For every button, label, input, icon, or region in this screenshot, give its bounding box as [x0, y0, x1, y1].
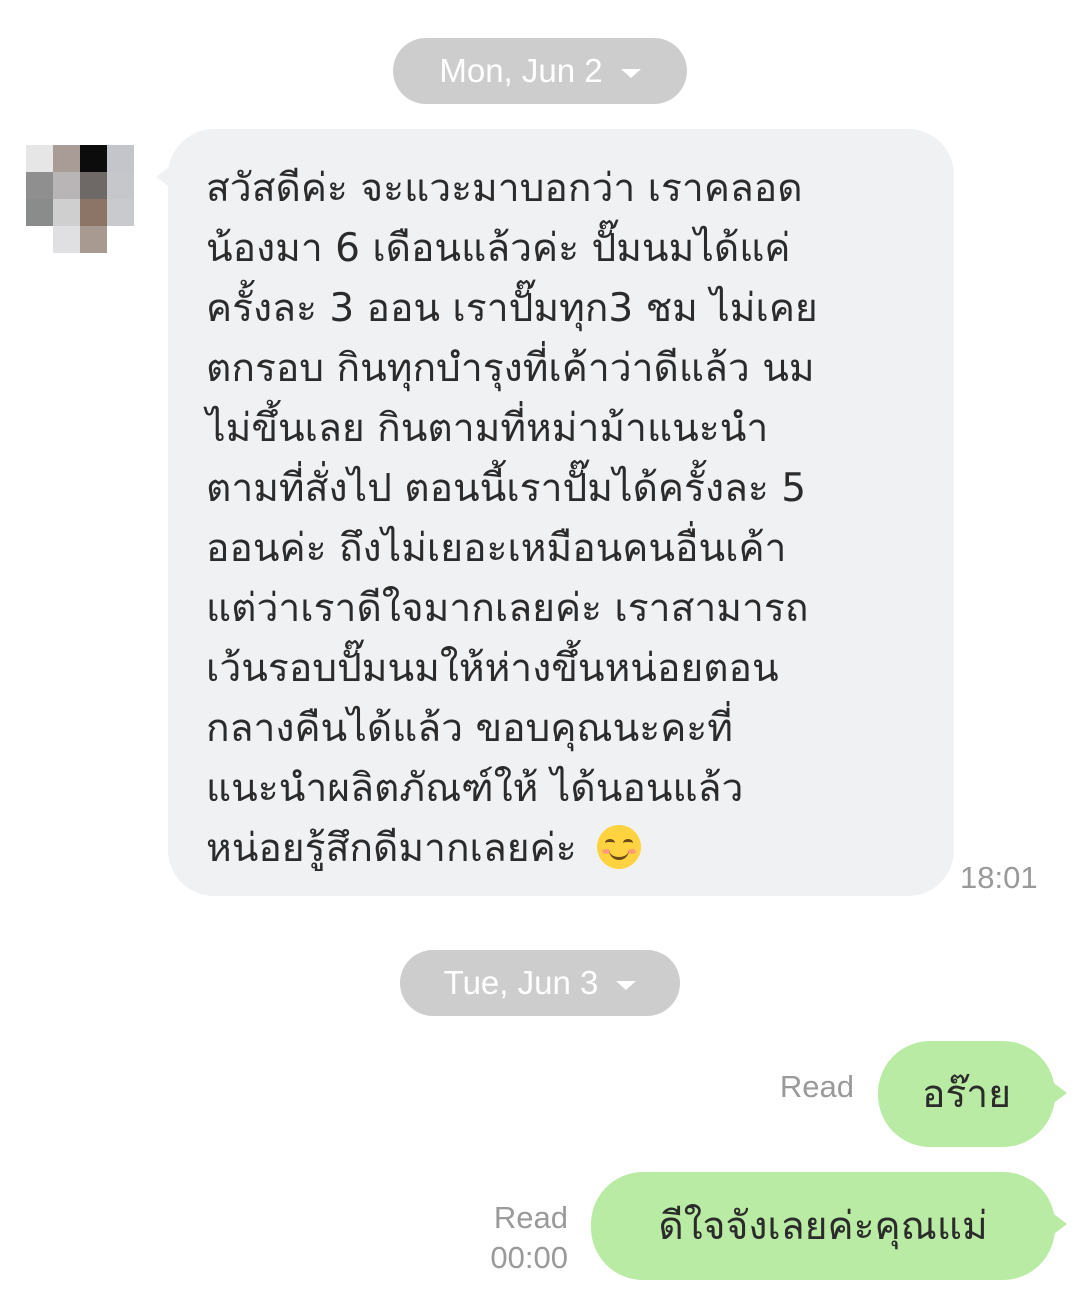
- read-status: Read: [493, 1200, 568, 1235]
- smiling-face-icon: [597, 825, 642, 869]
- message-text: อร๊าย: [921, 1072, 1012, 1117]
- date-label: Mon, Jun 2: [439, 52, 603, 89]
- read-receipt: Read 00:00: [440, 1198, 568, 1278]
- avatar-pixel: [107, 145, 134, 172]
- avatar-pixel: [80, 172, 107, 199]
- chevron-down-icon: [620, 68, 641, 78]
- bubble-tail: [1051, 1212, 1067, 1236]
- avatar-pixel: [107, 172, 134, 199]
- message-text: ดีใจจังเลยค่ะคุณแม่: [658, 1204, 988, 1249]
- bubble-tail: [1051, 1081, 1067, 1105]
- message-time: 18:01: [960, 860, 1038, 895]
- avatar-pixel: [107, 199, 134, 226]
- date-label: Tue, Jun 3: [443, 964, 599, 1001]
- date-separator-jun-3[interactable]: Tue, Jun 3: [400, 950, 680, 1016]
- avatar-pixel: [26, 199, 53, 226]
- outgoing-message-bubble[interactable]: อร๊าย: [878, 1041, 1067, 1147]
- message-text: สวัสดีค่ะ จะแวะมาบอกว่า เราคลอด น้องมา 6…: [206, 159, 924, 879]
- message-time: 00:00: [490, 1240, 568, 1275]
- read-receipt: Read: [740, 1067, 854, 1107]
- avatar-pixel: [53, 145, 80, 172]
- chevron-down-icon: [616, 980, 637, 990]
- bubble-tail: [156, 165, 172, 189]
- avatar-pixel: [80, 145, 107, 172]
- avatar-pixel: [53, 199, 80, 226]
- avatar-pixel: [53, 172, 80, 199]
- message-body: สวัสดีค่ะ จะแวะมาบอกว่า เราคลอด น้องมา 6…: [206, 166, 818, 871]
- read-status: Read: [779, 1069, 854, 1104]
- avatar[interactable]: [26, 145, 134, 253]
- incoming-message-bubble[interactable]: สวัสดีค่ะ จะแวะมาบอกว่า เราคลอด น้องมา 6…: [156, 129, 954, 896]
- avatar-pixel: [26, 172, 53, 199]
- avatar-pixel: [80, 226, 107, 253]
- date-separator-jun-2[interactable]: Mon, Jun 2: [393, 38, 687, 104]
- outgoing-message-bubble[interactable]: ดีใจจังเลยค่ะคุณแม่: [591, 1172, 1067, 1280]
- avatar-pixel: [26, 145, 53, 172]
- avatar-pixel: [53, 226, 80, 253]
- avatar-pixel: [80, 199, 107, 226]
